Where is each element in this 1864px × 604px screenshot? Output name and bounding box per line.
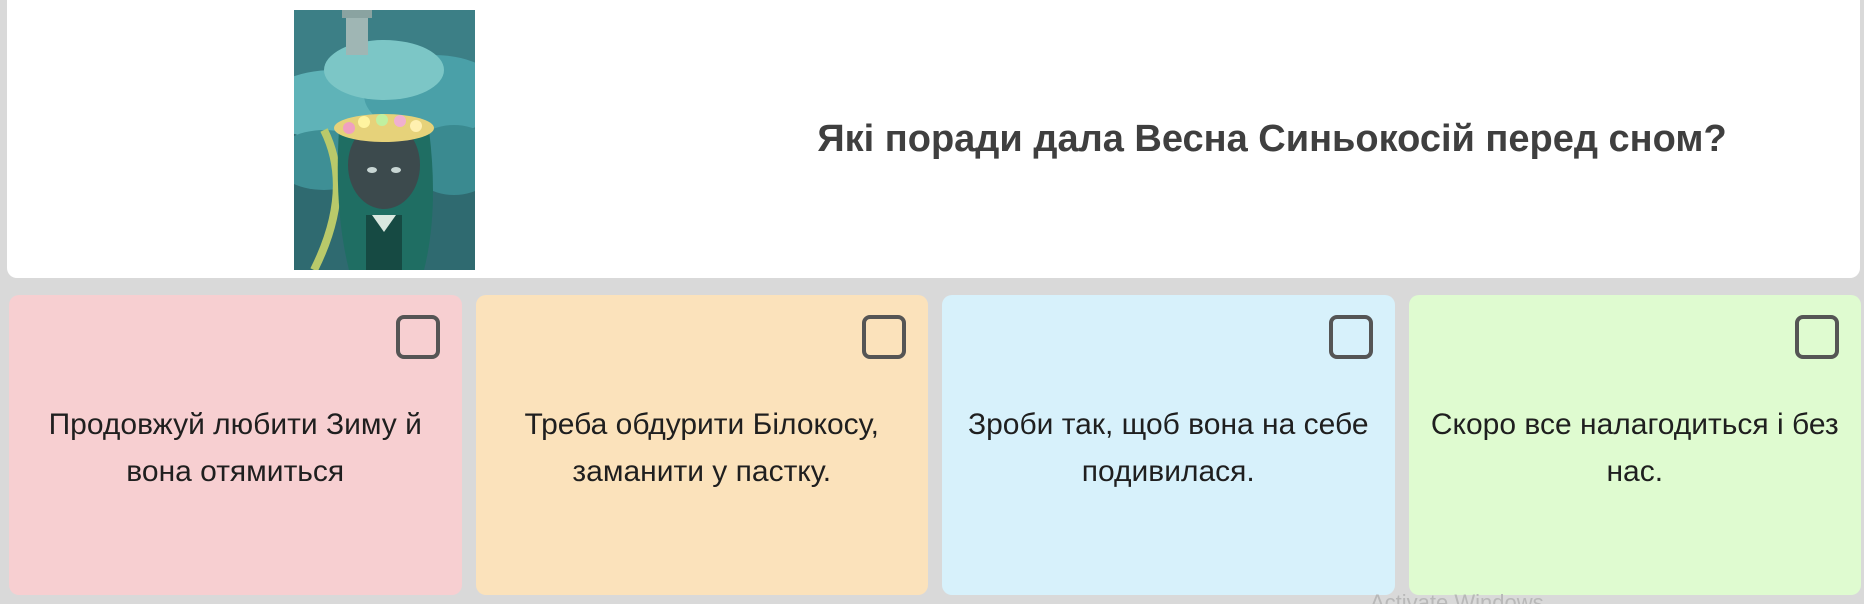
question-title: Які поради дала Весна Синьокосій перед с… (817, 117, 1727, 160)
quiz-screen: Які поради дала Весна Синьокосій перед с… (0, 0, 1864, 604)
answer-option-3-text: Зроби так, щоб вона на себе подивилася. (967, 408, 1369, 488)
question-illustration (294, 10, 475, 270)
answer-option-2-text: Треба обдурити Білокосу, заманити у паст… (524, 408, 879, 488)
checkbox-icon[interactable] (1795, 315, 1839, 359)
checkbox-icon[interactable] (395, 315, 440, 359)
answer-options: Продовжуй любити Зиму й вона отямиться Т… (9, 295, 1861, 595)
answer-option-3[interactable]: Зроби так, щоб вона на себе подивилася. (942, 295, 1395, 595)
question-card: Які поради дала Весна Синьокосій перед с… (7, 0, 1860, 278)
activate-windows-watermark: Activate Windows (1370, 590, 1544, 604)
checkbox-icon[interactable] (1328, 315, 1373, 359)
answer-option-1[interactable]: Продовжуй любити Зиму й вона отямиться (9, 295, 462, 595)
answer-option-1-text: Продовжуй любити Зиму й вона отямиться (48, 408, 422, 488)
answer-option-4[interactable]: Скоро все налагодиться і без нас. (1408, 295, 1861, 595)
answer-option-2[interactable]: Треба обдурити Білокосу, заманити у паст… (475, 295, 928, 595)
answer-option-4-text: Скоро все налагодиться і без нас. (1430, 408, 1839, 488)
checkbox-icon[interactable] (862, 315, 906, 359)
